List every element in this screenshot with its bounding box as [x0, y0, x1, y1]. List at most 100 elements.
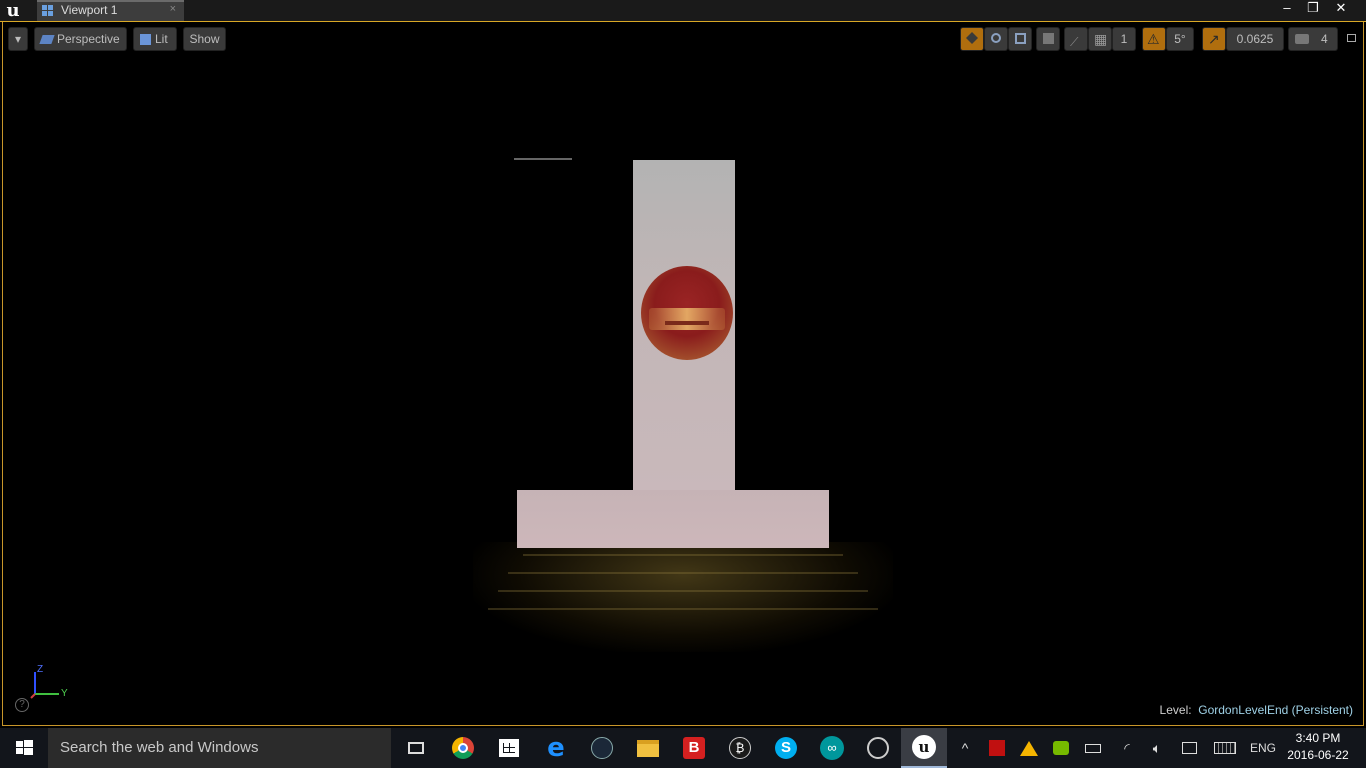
nvidia-tray-button[interactable] [1049, 728, 1073, 768]
minimize-button[interactable]: – [1274, 0, 1300, 18]
bitcoin-app-taskbar-button[interactable]: ₿ [717, 728, 763, 768]
skype-taskbar-button[interactable]: S [763, 728, 809, 768]
maximize-viewport-button[interactable] [1344, 27, 1360, 51]
unreal-engine-taskbar-button[interactable]: u [901, 728, 947, 768]
keyboard-icon [1214, 742, 1236, 754]
viewport-options-button[interactable]: ▾ [8, 27, 28, 51]
lit-label: Lit [155, 32, 168, 46]
touch-keyboard-button[interactable] [1209, 728, 1241, 768]
clock-time: 3:40 PM [1295, 731, 1341, 745]
sign-bar [665, 321, 709, 325]
coordinate-system-button[interactable] [1036, 27, 1060, 51]
tray-app-button[interactable] [985, 728, 1009, 768]
rotation-snap-button[interactable]: ⚠ [1142, 27, 1166, 51]
help-icon[interactable]: ? [15, 698, 29, 712]
windows-logo-icon [16, 740, 33, 755]
google-drive-tray-button[interactable] [1017, 728, 1041, 768]
camera-speed-button[interactable]: 4 [1288, 27, 1338, 51]
stair-step [523, 554, 843, 556]
surface-snap-icon: ⟋ [1070, 35, 1079, 49]
drive-icon [1020, 740, 1038, 756]
chevron-down-icon: ▾ [14, 32, 22, 46]
steam-icon [591, 737, 613, 759]
clock[interactable]: 3:40 PM 2016-06-22 [1278, 730, 1358, 764]
speaker-icon: 🔈︎ [1152, 739, 1162, 756]
doorway-light-horizontal [517, 490, 829, 548]
camera-icon [39, 35, 55, 45]
rotation-snap-value-button[interactable]: 5° [1166, 27, 1194, 51]
show-hidden-icons-button[interactable]: ^ [953, 728, 977, 768]
level-prefix: Level: [1159, 703, 1192, 717]
windows-taskbar: Search the web and Windows e B ₿ S ∞ u ^… [0, 728, 1366, 768]
rotate-tool-button[interactable] [984, 27, 1008, 51]
level-indicator: Level: GordonLevelEnd (Persistent) [1160, 703, 1353, 717]
viewport-tab[interactable]: Viewport 1 × [37, 0, 184, 21]
grid-icon: ▦ [1094, 31, 1108, 47]
grid-snap-button[interactable]: ▦ [1088, 27, 1112, 51]
unreal-logo-icon[interactable]: u [2, 1, 24, 21]
level-viewport[interactable]: ▾ Perspective Lit Show ⟋ ▦ 1 ⚠ 5° ↗ 0.06… [2, 22, 1364, 726]
bandicam-taskbar-button[interactable]: B [671, 728, 717, 768]
scale-icon [1015, 33, 1026, 44]
start-button[interactable] [0, 728, 48, 768]
surface-snap-button[interactable]: ⟋ [1064, 27, 1088, 51]
task-view-button[interactable] [393, 728, 439, 768]
action-center-button[interactable] [1177, 728, 1201, 768]
grid-size-value: 1 [1120, 32, 1128, 46]
cube-icon [140, 34, 151, 46]
chrome-taskbar-button[interactable] [440, 728, 486, 768]
nvidia-icon [1053, 741, 1069, 755]
tab-label: Viewport 1 [61, 3, 118, 17]
arduino-icon: ∞ [820, 736, 844, 760]
lit-button[interactable]: Lit [133, 27, 177, 51]
scale-snap-value-button[interactable]: 0.0625 [1226, 27, 1284, 51]
unreal-engine-icon: u [912, 735, 936, 759]
maximize-icon [1347, 34, 1356, 42]
search-box[interactable]: Search the web and Windows [48, 728, 391, 768]
edge-icon: e [547, 733, 565, 763]
title-bar: u Viewport 1 × – ❐ ✕ [0, 0, 1366, 22]
unreal-editor-window: u Viewport 1 × – ❐ ✕ ▾ Perspective Lit S… [0, 0, 1366, 768]
translate-tool-button[interactable] [960, 27, 984, 51]
battery-tray-button[interactable] [1081, 728, 1105, 768]
sign-highlight [649, 308, 725, 330]
filezilla-icon [989, 740, 1005, 756]
task-view-icon [408, 742, 424, 754]
bandicam-icon: B [683, 737, 705, 759]
tab-close-icon[interactable]: × [170, 3, 176, 15]
stair-step [488, 608, 878, 610]
language-label: ENG [1249, 741, 1276, 755]
grid-size-button[interactable]: 1 [1112, 27, 1136, 51]
show-button[interactable]: Show [183, 27, 226, 51]
notification-icon [1181, 742, 1197, 754]
viewport-icon [42, 5, 54, 17]
scale-snap-value: 0.0625 [1236, 32, 1274, 46]
steam-taskbar-button[interactable] [579, 728, 625, 768]
chevron-up-icon: ^ [961, 740, 969, 756]
battery-icon [1085, 743, 1101, 753]
volume-tray-button[interactable]: 🔈︎ [1145, 728, 1169, 768]
store-icon [499, 739, 519, 757]
perspective-label: Perspective [57, 32, 120, 46]
wall-edge [514, 158, 572, 160]
perspective-button[interactable]: Perspective [34, 27, 127, 51]
scale-tool-button[interactable] [1008, 27, 1032, 51]
axis-gizmo: Z Y [25, 664, 75, 702]
close-button[interactable]: ✕ [1328, 0, 1354, 18]
z-axis-label: Z [37, 664, 44, 675]
arduino-taskbar-button[interactable]: ∞ [809, 728, 855, 768]
wifi-icon: ◜ [1124, 739, 1130, 756]
obs-taskbar-button[interactable] [855, 728, 901, 768]
network-tray-button[interactable]: ◜ [1113, 728, 1141, 768]
edge-taskbar-button[interactable]: e [533, 728, 579, 768]
restore-button[interactable]: ❐ [1300, 0, 1326, 18]
file-explorer-taskbar-button[interactable] [625, 728, 671, 768]
clock-date: 2016-06-22 [1287, 748, 1349, 762]
camera-speed-value: 4 [1321, 32, 1328, 46]
level-name: GordonLevelEnd (Persistent) [1198, 703, 1353, 717]
scale-snap-button[interactable]: ↗ [1202, 27, 1226, 51]
language-indicator[interactable]: ENG [1245, 728, 1281, 768]
store-taskbar-button[interactable] [486, 728, 532, 768]
scene-render [3, 22, 1363, 725]
search-placeholder: Search the web and Windows [60, 739, 259, 756]
